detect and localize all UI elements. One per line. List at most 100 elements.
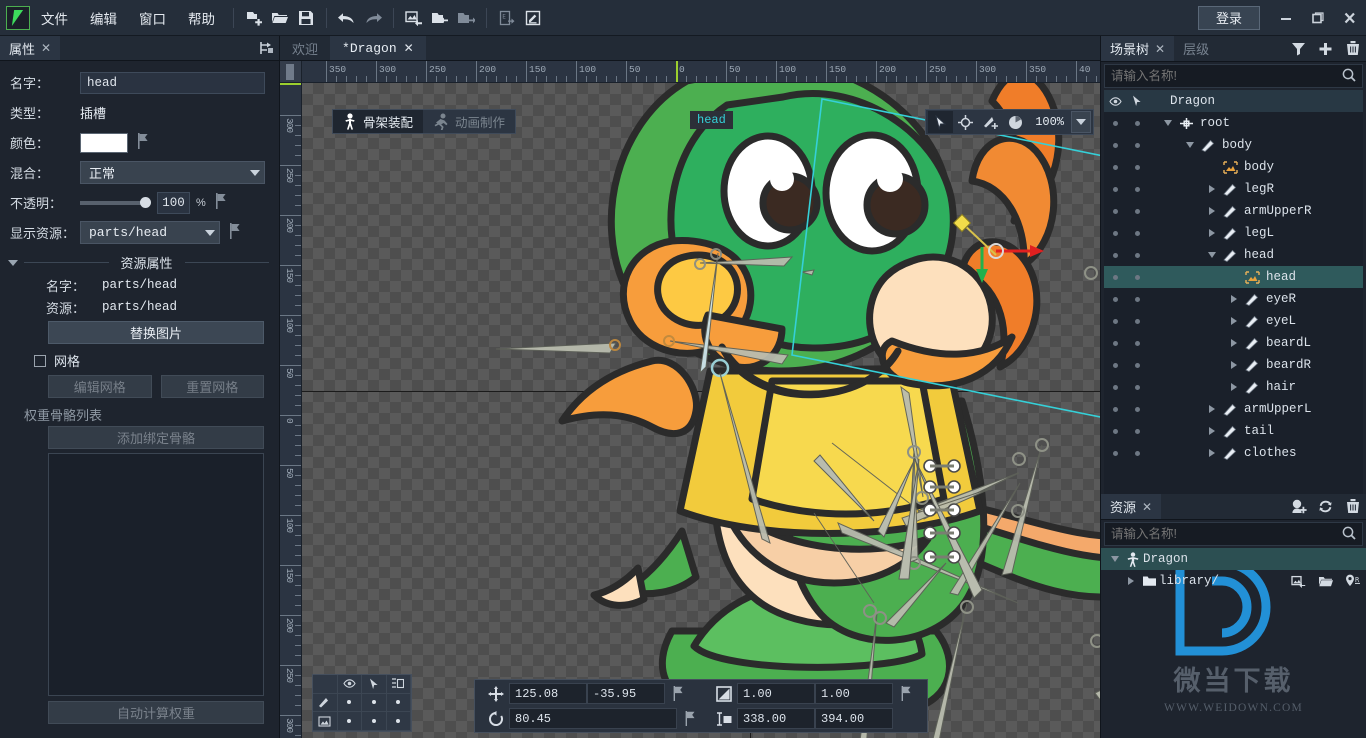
lock-dot[interactable] xyxy=(1126,208,1148,214)
refresh-icon[interactable] xyxy=(1312,494,1339,519)
tree-item-body-slot[interactable]: body xyxy=(1104,156,1363,178)
chevron-right-icon[interactable] xyxy=(1226,339,1242,347)
chevron-right-icon[interactable] xyxy=(1204,449,1220,457)
edit-document-icon[interactable] xyxy=(520,5,546,31)
position-keyframe-flag-icon[interactable] xyxy=(665,686,691,701)
add-resource-icon[interactable] xyxy=(1285,494,1312,519)
chevron-down-icon[interactable] xyxy=(1204,252,1220,258)
tree-item-eyeL[interactable]: eyeL xyxy=(1104,310,1363,332)
lock-dot[interactable] xyxy=(1126,450,1148,456)
lock-dot[interactable] xyxy=(1126,230,1148,236)
redo-icon[interactable] xyxy=(360,5,386,31)
open-folder-icon[interactable] xyxy=(267,5,293,31)
add-icon[interactable] xyxy=(1312,36,1339,61)
width-input[interactable]: 338.00 xyxy=(737,708,815,729)
tree-item-armUpperR[interactable]: armUpperR xyxy=(1104,200,1363,222)
resource-list[interactable]: Dragon library/ R xyxy=(1101,548,1366,592)
lock-dot[interactable] xyxy=(1126,120,1148,126)
display-keyframe-flag-icon[interactable] xyxy=(228,223,241,242)
tab-scene-tree[interactable]: 场景树 ✕ xyxy=(1101,36,1175,61)
lock-dot[interactable] xyxy=(1126,274,1148,280)
close-icon[interactable]: ✕ xyxy=(41,41,51,55)
lock-dot[interactable] xyxy=(1126,406,1148,412)
select-arrow-icon[interactable] xyxy=(928,111,954,133)
add-bind-bone-button[interactable]: 添加绑定骨骼 xyxy=(48,426,264,449)
visibility-dot[interactable] xyxy=(1104,164,1126,170)
scene-tree-search[interactable] xyxy=(1104,64,1363,88)
image-select-dot[interactable] xyxy=(362,712,387,731)
close-icon[interactable]: ✕ xyxy=(404,41,414,55)
lock-dot[interactable] xyxy=(1126,186,1148,192)
import-image-icon[interactable] xyxy=(1285,575,1312,588)
lock-dot[interactable] xyxy=(1126,296,1148,302)
display-resource-select[interactable]: parts/head xyxy=(80,221,220,244)
search-icon[interactable] xyxy=(1342,68,1356,85)
scene-tree-root-row[interactable]: Dragon xyxy=(1104,90,1363,112)
tree-item-eyeR[interactable]: eyeR xyxy=(1104,288,1363,310)
visibility-dot[interactable] xyxy=(1104,406,1126,412)
tree-item-legR[interactable]: legR xyxy=(1104,178,1363,200)
visibility-dot[interactable] xyxy=(1104,274,1126,280)
resource-search[interactable] xyxy=(1104,522,1363,546)
lock-dot[interactable] xyxy=(1126,318,1148,324)
tree-item-head[interactable]: head xyxy=(1104,244,1363,266)
bone-visibility-dot[interactable] xyxy=(337,693,362,713)
visibility-dot[interactable] xyxy=(1104,318,1126,324)
lock-dot[interactable] xyxy=(1126,164,1148,170)
mesh-checkbox[interactable] xyxy=(34,354,46,367)
scale-x-input[interactable]: 1.00 xyxy=(737,683,815,704)
tree-item-beardR[interactable]: beardR xyxy=(1104,354,1363,376)
visibility-dot[interactable] xyxy=(1104,362,1126,368)
chevron-right-icon[interactable] xyxy=(1226,361,1242,369)
position-x-input[interactable]: 125.08 xyxy=(509,683,587,704)
lock-dot[interactable] xyxy=(1126,384,1148,390)
locate-icon[interactable]: R xyxy=(1339,574,1366,588)
image-lock-dot[interactable] xyxy=(386,712,411,731)
chevron-right-icon[interactable] xyxy=(1204,405,1220,413)
chevron-right-icon[interactable] xyxy=(1226,317,1242,325)
visibility-dot[interactable] xyxy=(1104,230,1126,236)
visibility-dot[interactable] xyxy=(1104,384,1126,390)
blend-mode-select[interactable]: 正常 xyxy=(80,161,265,184)
lock-dot[interactable] xyxy=(1126,340,1148,346)
tab-properties[interactable]: 属性 ✕ xyxy=(0,36,61,60)
tab-dragon[interactable]: *Dragon ✕ xyxy=(330,36,426,60)
chevron-right-icon[interactable] xyxy=(1226,295,1242,303)
menu-window[interactable]: 窗口 xyxy=(128,2,177,34)
filter-icon[interactable] xyxy=(1285,36,1312,61)
undo-icon[interactable] xyxy=(334,5,360,31)
name-input[interactable]: head xyxy=(80,71,265,94)
tree-item-body[interactable]: body xyxy=(1104,134,1363,156)
resource-attributes-section-header[interactable]: 资源属性 xyxy=(0,249,279,274)
auto-weight-button[interactable]: 自动计算权重 xyxy=(48,701,264,724)
mesh-checkbox-row[interactable]: 网格 xyxy=(0,344,279,373)
visibility-dot[interactable] xyxy=(1104,428,1126,434)
opacity-keyframe-flag-icon[interactable] xyxy=(214,193,227,212)
bone-select-dot[interactable] xyxy=(362,693,387,713)
new-file-icon[interactable] xyxy=(241,5,267,31)
import-image-icon[interactable] xyxy=(401,5,427,31)
bone-lock-dot[interactable] xyxy=(386,693,411,713)
chevron-right-icon[interactable] xyxy=(1204,229,1220,237)
tree-item-head-slot[interactable]: head xyxy=(1104,266,1363,288)
menu-help[interactable]: 帮助 xyxy=(177,2,226,34)
weight-bone-listbox[interactable] xyxy=(48,453,264,696)
transform-gizmo-icon[interactable] xyxy=(953,111,978,133)
open-folder-icon[interactable] xyxy=(1312,575,1339,588)
chevron-right-icon[interactable] xyxy=(1123,577,1139,585)
chevron-right-icon[interactable] xyxy=(1204,207,1220,215)
edit-mesh-button[interactable]: 编辑网格 xyxy=(48,375,152,398)
visibility-dot[interactable] xyxy=(1104,450,1126,456)
visibility-dot[interactable] xyxy=(1104,296,1126,302)
close-icon[interactable]: ✕ xyxy=(1142,500,1152,514)
menu-edit[interactable]: 编辑 xyxy=(79,2,128,34)
delete-icon[interactable] xyxy=(1339,36,1366,61)
opacity-slider[interactable] xyxy=(80,196,151,208)
eye-icon[interactable] xyxy=(1104,96,1126,106)
export-project-icon[interactable] xyxy=(453,5,479,31)
tree-item-legL[interactable]: legL xyxy=(1104,222,1363,244)
search-icon[interactable] xyxy=(1342,526,1356,543)
chevron-right-icon[interactable] xyxy=(1204,427,1220,435)
opacity-slider-knob[interactable] xyxy=(140,196,151,208)
tab-resource[interactable]: 资源 ✕ xyxy=(1101,494,1162,519)
